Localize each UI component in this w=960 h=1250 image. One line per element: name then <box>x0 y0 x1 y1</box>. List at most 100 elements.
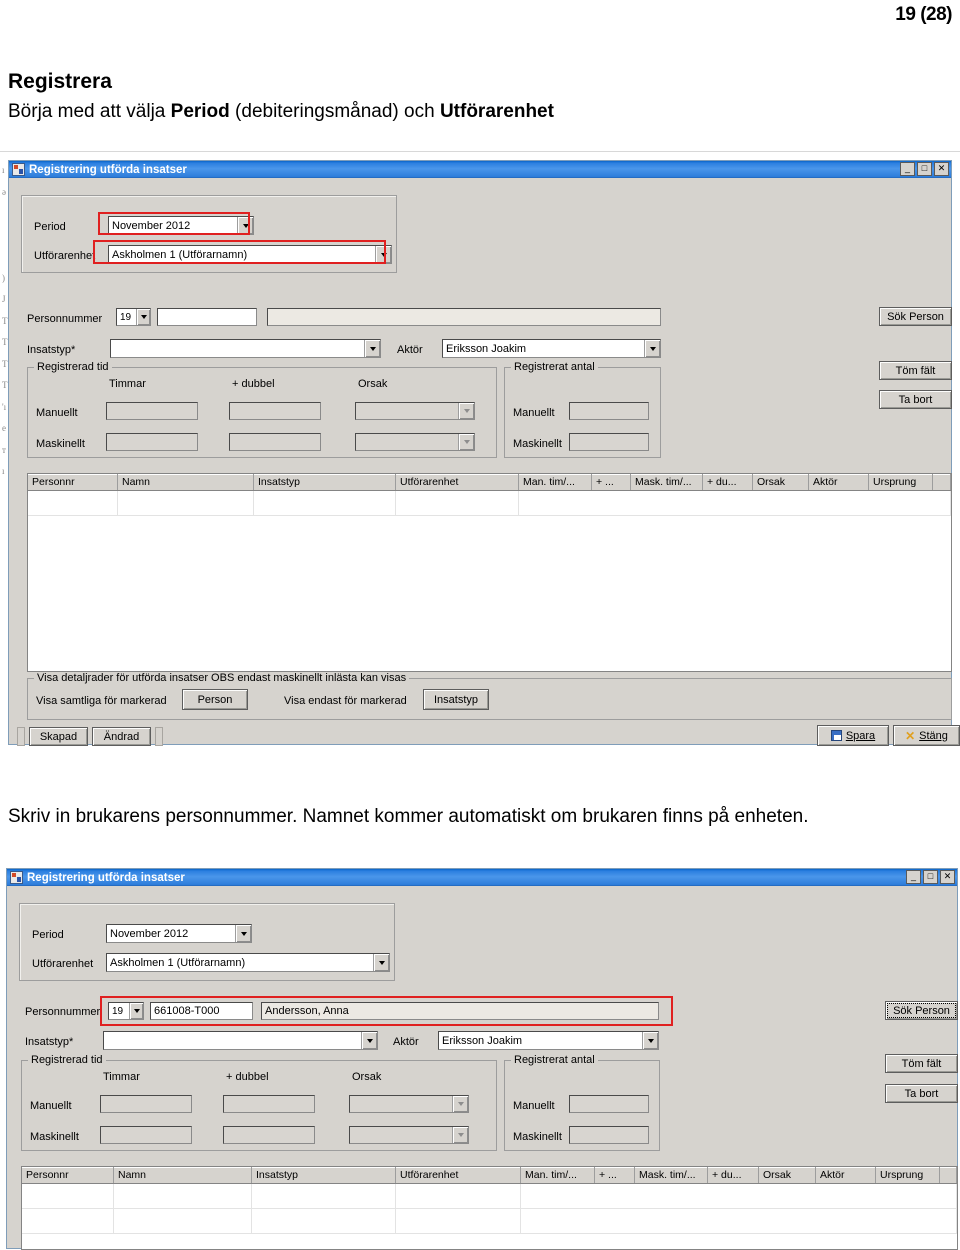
antal-manuellt-input-2[interactable] <box>569 1095 649 1113</box>
stang-button[interactable]: ✕ Stäng <box>893 725 960 746</box>
grid-cell <box>28 491 118 515</box>
grid-col-plus-du[interactable]: + du... <box>708 1167 759 1183</box>
unit-combo-2[interactable]: Askholmen 1 (Utförarnamn) <box>106 953 390 972</box>
grid-col-insatstyp[interactable]: Insatstyp <box>254 474 396 490</box>
chevron-down-icon[interactable] <box>375 246 391 263</box>
person-name-field <box>267 308 661 326</box>
chevron-down-icon[interactable] <box>452 1096 468 1112</box>
grid-col-ursprung[interactable]: Ursprung <box>876 1167 940 1183</box>
window-body-1: Period November 2012 Utförarenhet Askhol… <box>9 178 960 746</box>
chevron-down-icon[interactable] <box>235 925 251 942</box>
grid-col-namn[interactable]: Namn <box>118 474 254 490</box>
maskinellt-timmar-input-2[interactable] <box>100 1126 192 1144</box>
maskinellt-orsak-combo[interactable] <box>355 433 475 451</box>
tom-falt-button-2[interactable]: Töm fält <box>885 1054 958 1073</box>
insatstyp-combo[interactable] <box>110 339 381 358</box>
manuellt-orsak-combo[interactable] <box>355 402 475 420</box>
chevron-down-icon[interactable] <box>458 434 474 450</box>
antal-manuellt-label: Manuellt <box>513 407 555 419</box>
chevron-down-icon[interactable] <box>642 1032 658 1049</box>
grid-col-extra[interactable] <box>933 474 951 490</box>
registrerad-tid-legend: Registrerad tid <box>34 361 112 373</box>
insatser-grid-2[interactable]: Personnr Namn Insatstyp Utförarenhet Man… <box>21 1166 958 1250</box>
aktor-combo[interactable]: Eriksson Joakim <box>442 339 661 358</box>
close-button[interactable]: ✕ <box>934 162 949 176</box>
manuellt-timmar-input[interactable] <box>106 402 198 420</box>
registrerad-tid-legend-2: Registrerad tid <box>28 1054 106 1066</box>
antal-manuellt-input[interactable] <box>569 402 649 420</box>
table-row[interactable] <box>22 1209 957 1234</box>
grid-col-personnr[interactable]: Personnr <box>22 1167 114 1183</box>
insatser-grid[interactable]: Personnr Namn Insatstyp Utförarenhet Man… <box>27 473 952 672</box>
grid-col-mask-tim[interactable]: Mask. tim/... <box>635 1167 708 1183</box>
grid-col-utfoararenhet[interactable]: Utförarenhet <box>396 1167 521 1183</box>
period-combo[interactable]: November 2012 <box>108 216 254 235</box>
app-icon <box>12 163 25 176</box>
grid-col-orsak[interactable]: Orsak <box>759 1167 816 1183</box>
century-combo[interactable]: 19 <box>116 308 151 326</box>
grid-col-mask-tim[interactable]: Mask. tim/... <box>631 474 703 490</box>
unit-value: Askholmen 1 (Utförarnamn) <box>112 248 248 261</box>
chevron-down-icon[interactable] <box>136 309 150 325</box>
maskinellt-dubbel-input-2[interactable] <box>223 1126 315 1144</box>
chevron-down-icon[interactable] <box>373 954 389 971</box>
antal-maskinellt-input-2[interactable] <box>569 1126 649 1144</box>
sok-person-button[interactable]: Sök Person <box>879 307 952 326</box>
chevron-down-icon[interactable] <box>237 217 253 234</box>
grid-col-personnr[interactable]: Personnr <box>28 474 118 490</box>
century-combo-2[interactable]: 19 <box>108 1002 144 1020</box>
sok-person-button-2[interactable]: Sök Person <box>885 1001 958 1020</box>
grid-col-ursprung[interactable]: Ursprung <box>869 474 933 490</box>
grid-col-aktor[interactable]: Aktör <box>816 1167 876 1183</box>
chevron-down-icon[interactable] <box>458 403 474 419</box>
grid-col-extra[interactable] <box>940 1167 957 1183</box>
grid-col-utfoararenhet[interactable]: Utförarenhet <box>396 474 519 490</box>
grid-col-plus1[interactable]: + ... <box>592 474 631 490</box>
close-button[interactable]: ✕ <box>940 870 955 884</box>
table-row[interactable] <box>22 1184 957 1209</box>
maximize-button[interactable]: □ <box>923 870 938 884</box>
grid-col-aktor[interactable]: Aktör <box>809 474 869 490</box>
maskinellt-orsak-combo-2[interactable] <box>349 1126 469 1144</box>
maskinellt-timmar-input[interactable] <box>106 433 198 451</box>
minimize-button[interactable]: _ <box>900 162 915 176</box>
aktor-combo-2[interactable]: Eriksson Joakim <box>438 1031 659 1050</box>
grid-col-man-tim[interactable]: Man. tim/... <box>521 1167 595 1183</box>
insatstyp-button[interactable]: Insatstyp <box>423 689 489 710</box>
maskinellt-dubbel-input[interactable] <box>229 433 321 451</box>
personnummer-input[interactable] <box>157 308 257 326</box>
antal-maskinellt-label: Maskinellt <box>513 438 562 450</box>
maximize-button[interactable]: □ <box>917 162 932 176</box>
personnummer-input-2[interactable]: 661008-T000 <box>150 1002 253 1020</box>
chevron-down-icon[interactable] <box>361 1032 377 1049</box>
unit-value-2: Askholmen 1 (Utförarnamn) <box>110 956 246 969</box>
chevron-down-icon[interactable] <box>129 1003 143 1019</box>
row-manuellt-label: Manuellt <box>36 407 78 419</box>
tom-falt-button[interactable]: Töm fält <box>879 361 952 380</box>
chevron-down-icon[interactable] <box>364 340 380 357</box>
period-combo-2[interactable]: November 2012 <box>106 924 252 943</box>
minimize-button[interactable]: _ <box>906 870 921 884</box>
unit-combo[interactable]: Askholmen 1 (Utförarnamn) <box>108 245 392 264</box>
manuellt-orsak-combo-2[interactable] <box>349 1095 469 1113</box>
grid-col-orsak[interactable]: Orsak <box>753 474 809 490</box>
insatstyp-combo-2[interactable] <box>103 1031 378 1050</box>
grid-col-plus-du[interactable]: + du... <box>703 474 753 490</box>
grid-col-man-tim[interactable]: Man. tim/... <box>519 474 592 490</box>
manuellt-dubbel-input[interactable] <box>229 402 321 420</box>
grid-col-insatstyp[interactable]: Insatstyp <box>252 1167 396 1183</box>
chevron-down-icon[interactable] <box>644 340 660 357</box>
manuellt-dubbel-input-2[interactable] <box>223 1095 315 1113</box>
person-button[interactable]: Person <box>182 689 248 710</box>
manuellt-timmar-input-2[interactable] <box>100 1095 192 1113</box>
grid-cell <box>22 1209 114 1233</box>
chevron-down-icon[interactable] <box>452 1127 468 1143</box>
spara-button[interactable]: Spara <box>817 725 889 746</box>
ta-bort-button-2[interactable]: Ta bort <box>885 1084 958 1103</box>
table-row[interactable] <box>28 491 951 516</box>
ta-bort-button[interactable]: Ta bort <box>879 390 952 409</box>
grid-col-plus1[interactable]: + ... <box>595 1167 635 1183</box>
antal-maskinellt-input[interactable] <box>569 433 649 451</box>
grid-col-namn[interactable]: Namn <box>114 1167 252 1183</box>
page-number: 19 (28) <box>895 4 952 25</box>
